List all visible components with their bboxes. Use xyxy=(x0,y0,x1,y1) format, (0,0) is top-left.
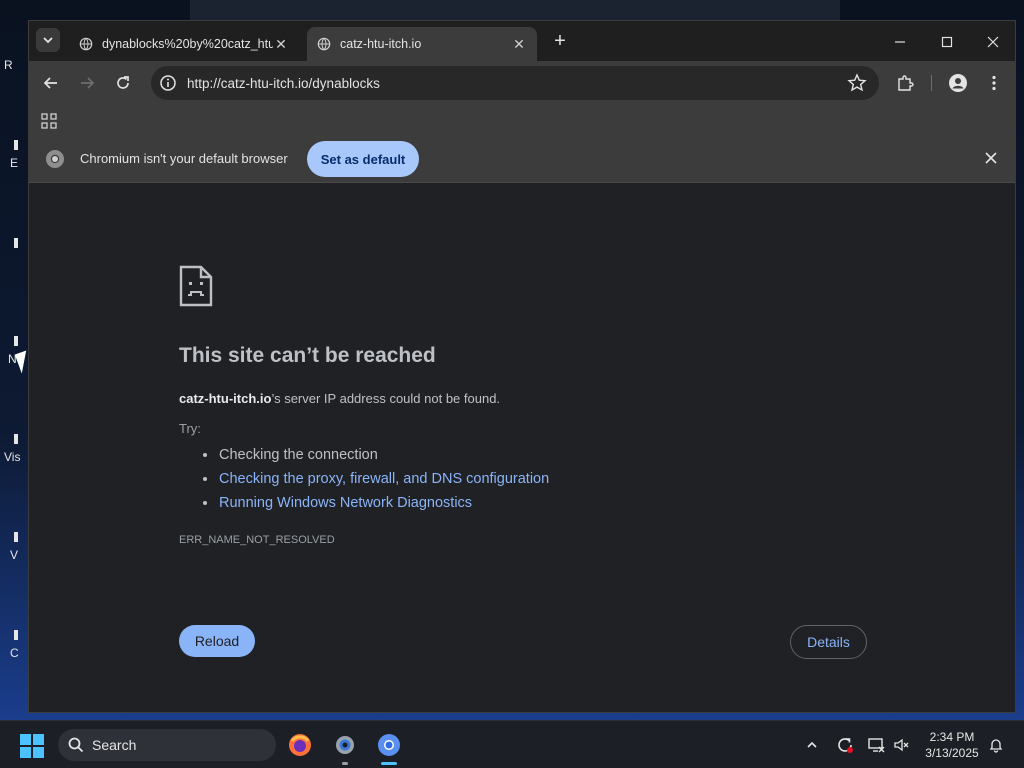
profile-button[interactable] xyxy=(946,71,970,95)
tab-catz-htu-itch[interactable]: catz-htu-itch.io ✕ xyxy=(307,27,537,61)
desktop-icon-label[interactable]: R xyxy=(4,58,13,72)
maximize-button[interactable] xyxy=(934,29,960,55)
suggestion-network-diagnostics-link[interactable]: Running Windows Network Diagnostics xyxy=(201,491,549,515)
network-disconnected-icon xyxy=(868,738,885,753)
person-icon xyxy=(949,74,967,92)
bookmarks-bar xyxy=(29,105,1015,135)
set-as-default-button[interactable]: Set as default xyxy=(307,141,419,177)
desktop-icon[interactable] xyxy=(14,336,18,346)
browser-toolbar: http://catz-htu-itch.io/dynablocks xyxy=(29,61,1015,105)
star-icon[interactable] xyxy=(847,73,867,93)
notifications-button[interactable] xyxy=(986,735,1006,755)
chevron-up-icon xyxy=(807,741,817,748)
url-text[interactable]: http://catz-htu-itch.io/dynablocks xyxy=(187,76,847,91)
new-tab-button[interactable]: + xyxy=(549,30,571,52)
taskbar: Search 2:34 PM 3/13/2025 xyxy=(0,720,1024,768)
desktop-icon-label[interactable]: Vis xyxy=(4,450,20,464)
menu-button[interactable] xyxy=(982,71,1006,95)
tab-title: catz-htu-itch.io xyxy=(340,37,422,51)
chromium-icon xyxy=(378,734,400,756)
bell-icon xyxy=(989,739,1003,753)
settings-app[interactable] xyxy=(331,731,359,765)
globe-icon xyxy=(79,37,93,51)
system-clock[interactable]: 2:34 PM 3/13/2025 xyxy=(920,729,984,761)
volume-tray[interactable] xyxy=(892,735,912,755)
reload-page-button[interactable]: Reload xyxy=(179,625,255,657)
firefox-icon xyxy=(289,734,311,756)
search-icon xyxy=(68,737,84,753)
desktop-icon[interactable] xyxy=(14,238,18,248)
kebab-menu-icon xyxy=(992,75,996,91)
forward-button[interactable] xyxy=(75,71,99,95)
address-bar[interactable]: http://catz-htu-itch.io/dynablocks xyxy=(151,66,879,100)
clock-date: 3/13/2025 xyxy=(925,746,979,760)
tab-close-icon[interactable]: ✕ xyxy=(273,36,289,52)
try-label: Try: xyxy=(179,421,201,436)
browser-window: dynablocks%20by%20catz_htu ✕ catz-htu-it… xyxy=(28,20,1016,713)
windows-start-icon[interactable] xyxy=(20,734,44,758)
sync-icon xyxy=(838,738,853,753)
desktop-icon[interactable] xyxy=(14,630,18,640)
close-icon xyxy=(987,36,999,48)
close-window-button[interactable] xyxy=(980,29,1006,55)
desktop-icon[interactable] xyxy=(14,140,18,150)
error-reason-text: ’s server IP address could not be found. xyxy=(271,391,501,406)
taskbar-search[interactable]: Search xyxy=(58,729,276,761)
desktop-icon[interactable] xyxy=(14,532,18,542)
tab-search-button[interactable] xyxy=(36,28,60,52)
reload-icon xyxy=(117,76,129,89)
chromium-app[interactable] xyxy=(375,731,403,765)
suggestion-check-connection: Checking the connection xyxy=(201,443,549,467)
minimize-icon xyxy=(895,41,905,43)
suggestions-list: Checking the connection Checking the pro… xyxy=(201,443,549,515)
show-hidden-icons-button[interactable] xyxy=(802,735,822,755)
network-tray[interactable] xyxy=(866,735,886,755)
tab-title: dynablocks%20by%20catz_htu xyxy=(102,37,273,51)
default-browser-infobar: Chromium isn't your default browser Set … xyxy=(29,135,1015,183)
error-reason: catz-htu-itch.io’s server IP address cou… xyxy=(179,391,500,406)
tab-close-icon[interactable]: ✕ xyxy=(511,36,527,52)
tab-dynablocks[interactable]: dynablocks%20by%20catz_htu ✕ xyxy=(69,27,299,61)
extensions-button[interactable] xyxy=(893,71,917,95)
reload-button[interactable] xyxy=(111,71,135,95)
maximize-icon xyxy=(941,36,953,48)
minimize-button[interactable] xyxy=(887,29,913,55)
error-code: ERR_NAME_NOT_RESOLVED xyxy=(179,534,335,546)
desktop-icon[interactable] xyxy=(14,434,18,444)
error-host: catz-htu-itch.io xyxy=(179,391,272,406)
tab-strip: dynablocks%20by%20catz_htu ✕ catz-htu-it… xyxy=(29,21,1015,61)
suggestion-check-proxy-link[interactable]: Checking the proxy, firewall, and DNS co… xyxy=(201,467,549,491)
desktop-icon-label[interactable]: C xyxy=(10,646,19,660)
desktop-icon-label[interactable]: V xyxy=(10,548,18,562)
chromium-icon xyxy=(46,150,64,168)
chevron-down-icon xyxy=(43,37,53,44)
search-label: Search xyxy=(92,737,137,753)
desktop-top-strip xyxy=(190,0,840,22)
back-arrow-icon xyxy=(43,77,57,89)
sync-status-tray[interactable] xyxy=(835,735,855,755)
toolbar-divider xyxy=(931,75,932,91)
settings-gear-icon xyxy=(336,736,354,754)
details-button[interactable]: Details xyxy=(790,625,867,659)
sad-document-icon xyxy=(179,265,213,307)
error-headline: This site can’t be reached xyxy=(179,344,436,367)
desktop-icon-label[interactable]: E xyxy=(10,156,18,170)
app-active-indicator xyxy=(381,762,397,765)
globe-icon xyxy=(317,37,331,51)
back-button[interactable] xyxy=(39,71,63,95)
clock-time: 2:34 PM xyxy=(929,730,975,744)
firefox-app[interactable] xyxy=(286,731,314,759)
infobar-message: Chromium isn't your default browser xyxy=(80,151,288,166)
error-page: This site can’t be reached catz-htu-itch… xyxy=(29,183,1015,712)
app-running-indicator xyxy=(342,762,348,765)
forward-arrow-icon xyxy=(81,77,95,89)
infobar-close-icon[interactable] xyxy=(985,151,997,169)
volume-muted-icon xyxy=(894,738,909,752)
apps-grid-icon[interactable] xyxy=(41,113,57,129)
puzzle-icon xyxy=(898,75,914,91)
info-icon[interactable] xyxy=(159,74,177,92)
